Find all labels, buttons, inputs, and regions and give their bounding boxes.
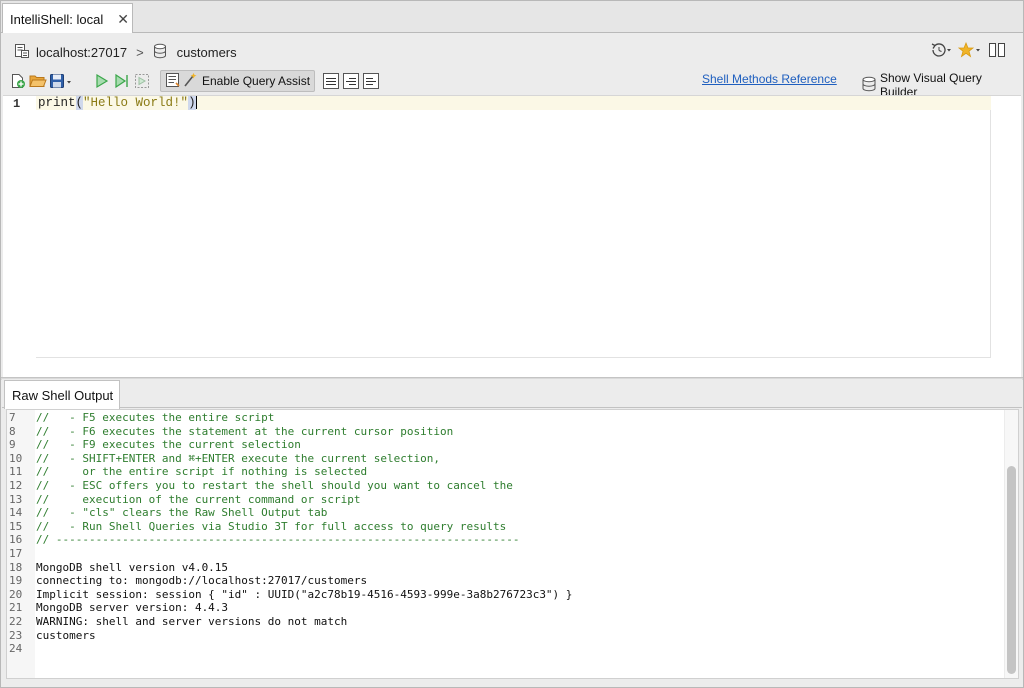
- output-line-text: // - "cls" clears the Raw Shell Output t…: [36, 506, 327, 520]
- layout-toggle-icon[interactable]: [988, 42, 1006, 61]
- script-editor[interactable]: 1 print("Hello World!"): [3, 95, 1021, 378]
- output-line: 22WARNING: shell and server versions do …: [7, 615, 572, 629]
- output-lines: 7// - F5 executes the entire script8// -…: [7, 411, 572, 656]
- output-line-text: WARNING: shell and server versions do no…: [36, 615, 347, 629]
- output-line-text: // - F9 executes the current selection: [36, 438, 301, 452]
- format-icon[interactable]: [323, 73, 339, 89]
- close-icon[interactable]: ✕: [117, 11, 129, 28]
- open-folder-icon[interactable]: [28, 71, 48, 91]
- output-line: 21MongoDB server version: 4.4.3: [7, 601, 572, 615]
- new-script-icon[interactable]: [8, 71, 28, 91]
- output-line-number: 7: [7, 411, 36, 425]
- tab-intellishell-local[interactable]: IntelliShell: local ✕: [2, 3, 133, 34]
- output-line: 7// - F5 executes the entire script: [7, 411, 572, 425]
- output-line-text: // -------------------------------------…: [36, 533, 519, 547]
- code-line: print("Hello World!"): [38, 96, 197, 110]
- output-scrollbar[interactable]: [1007, 466, 1016, 674]
- output-line-number: 9: [7, 438, 36, 452]
- run-selection-icon[interactable]: [132, 71, 152, 91]
- database-icon: [153, 43, 167, 62]
- editor-toolbar: Enable Query Assist: [8, 70, 379, 92]
- format-buttons: [323, 73, 379, 89]
- output-line-text: // - Run Shell Queries via Studio 3T for…: [36, 520, 506, 534]
- raw-shell-output[interactable]: 7// - F5 executes the entire script8// -…: [6, 409, 1019, 679]
- output-line: 20Implicit session: session { "id" : UUI…: [7, 588, 572, 602]
- output-line-number: 20: [7, 588, 36, 602]
- output-line-number: 12: [7, 479, 36, 493]
- outdent-icon[interactable]: [363, 73, 379, 89]
- code-string: "Hello World!": [83, 96, 188, 110]
- output-line: 23customers: [7, 629, 572, 643]
- editor-gutter: 1: [3, 96, 36, 358]
- output-line: 16// -----------------------------------…: [7, 533, 572, 547]
- output-line: 13// execution of the current command or…: [7, 493, 572, 507]
- output-line-number: 8: [7, 425, 36, 439]
- code-area[interactable]: print("Hello World!"): [36, 96, 991, 358]
- query-assist-label: Enable Query Assist: [202, 74, 310, 88]
- output-line: 18MongoDB shell version v4.0.15: [7, 561, 572, 575]
- enable-query-assist-button[interactable]: Enable Query Assist: [160, 70, 315, 92]
- editor-panel: localhost:27017 > customers: [2, 33, 1022, 378]
- favorite-star-icon[interactable]: [958, 42, 982, 61]
- indent-icon[interactable]: [343, 73, 359, 89]
- output-line-number: 16: [7, 533, 36, 547]
- output-line-text: // - ESC offers you to restart the shell…: [36, 479, 513, 493]
- output-line: 17: [7, 547, 572, 561]
- output-line-number: 24: [7, 642, 36, 656]
- code-close-paren: ): [188, 96, 196, 110]
- tab-raw-shell-output[interactable]: Raw Shell Output: [4, 380, 120, 409]
- history-icon[interactable]: [930, 42, 952, 61]
- output-line: 8// - F6 executes the statement at the c…: [7, 425, 572, 439]
- output-line-number: 21: [7, 601, 36, 615]
- output-line-number: 14: [7, 506, 36, 520]
- line-number: 1: [13, 97, 20, 111]
- output-line-text: MongoDB shell version v4.0.15: [36, 561, 228, 575]
- output-line-number: 23: [7, 629, 36, 643]
- output-line-number: 11: [7, 465, 36, 479]
- output-line-number: 13: [7, 493, 36, 507]
- output-line-text: // or the entire script if nothing is se…: [36, 465, 367, 479]
- output-line: 12// - ESC offers you to restart the she…: [7, 479, 572, 493]
- output-line-text: connecting to: mongodb://localhost:27017…: [36, 574, 367, 588]
- output-line: 14// - "cls" clears the Raw Shell Output…: [7, 506, 572, 520]
- output-line: 19connecting to: mongodb://localhost:270…: [7, 574, 572, 588]
- output-line-number: 10: [7, 452, 36, 466]
- output-line-text: // - F6 executes the statement at the cu…: [36, 425, 453, 439]
- run-statement-icon[interactable]: [112, 71, 132, 91]
- shell-methods-reference-link[interactable]: Shell Methods Reference: [702, 72, 837, 86]
- output-line-text: // - SHIFT+ENTER and ⌘+ENTER execute the…: [36, 452, 440, 466]
- output-line: 24: [7, 642, 572, 656]
- output-line-number: 22: [7, 615, 36, 629]
- save-icon[interactable]: [48, 71, 76, 91]
- output-line-number: 19: [7, 574, 36, 588]
- output-line: 15// - Run Shell Queries via Studio 3T f…: [7, 520, 572, 534]
- code-open-paren: (: [76, 96, 84, 110]
- chevron-right-icon: >: [136, 45, 144, 60]
- output-tab-strip: Raw Shell Output: [2, 379, 1022, 408]
- document-tab-strip: IntelliShell: local ✕: [1, 1, 1023, 33]
- output-line-text: MongoDB server version: 4.4.3: [36, 601, 228, 615]
- output-line-number: 15: [7, 520, 36, 534]
- run-script-icon[interactable]: [92, 71, 112, 91]
- intellishell-window: IntelliShell: local ✕ localhost:27017 >: [0, 0, 1024, 688]
- output-line-number: 17: [7, 547, 36, 561]
- breadcrumb-connection[interactable]: localhost:27017: [36, 45, 127, 60]
- output-line-text: Implicit session: session { "id" : UUID(…: [36, 588, 572, 602]
- breadcrumb-database[interactable]: customers: [177, 45, 237, 60]
- output-line-text: // - F5 executes the entire script: [36, 411, 274, 425]
- visual-query-builder-icon: [861, 76, 877, 95]
- output-line-text: customers: [36, 629, 96, 643]
- output-line-text: // execution of the current command or s…: [36, 493, 361, 507]
- code-function: print: [38, 96, 76, 110]
- output-line-number: 18: [7, 561, 36, 575]
- output-line: 11// or the entire script if nothing is …: [7, 465, 572, 479]
- output-line: 10// - SHIFT+ENTER and ⌘+ENTER execute t…: [7, 452, 572, 466]
- breadcrumb: localhost:27017 > customers: [14, 43, 237, 61]
- tab-title: IntelliShell: local: [10, 12, 103, 27]
- query-assist-icon: [165, 72, 199, 91]
- text-caret: [196, 96, 197, 109]
- connection-icon: [14, 43, 30, 62]
- top-right-tools: [930, 42, 1006, 61]
- output-line: 9// - F9 executes the current selection: [7, 438, 572, 452]
